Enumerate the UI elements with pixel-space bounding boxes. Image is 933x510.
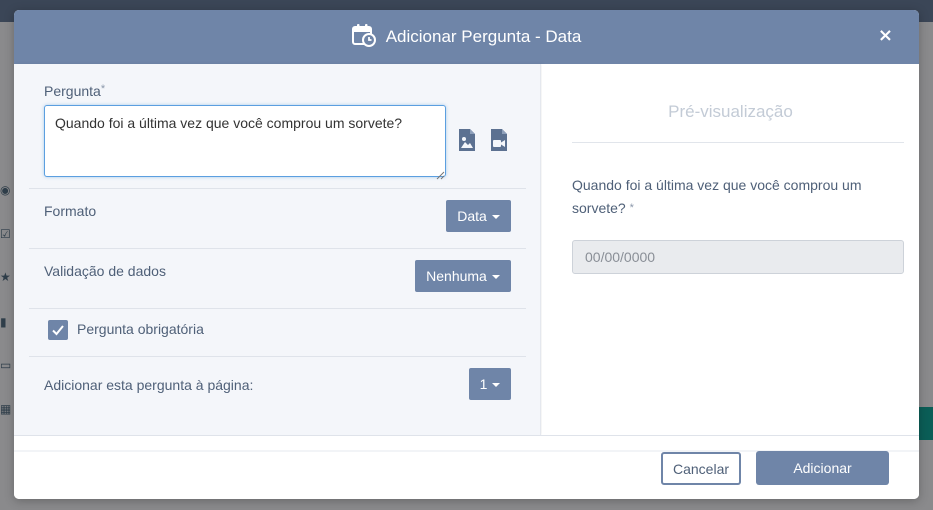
validation-dropdown[interactable]: Nenhuma	[415, 260, 511, 292]
preview-pane: Pré-visualização Quando foi a última vez…	[542, 64, 919, 435]
divider	[29, 356, 526, 357]
image-file-icon[interactable]	[457, 128, 477, 152]
divider	[29, 248, 526, 249]
preview-title: Pré-visualização	[668, 102, 793, 121]
validation-dropdown-value: Nenhuma	[426, 268, 487, 284]
page-dropdown[interactable]: 1	[469, 368, 511, 400]
video-file-icon[interactable]	[489, 128, 509, 152]
modal-title-text: Adicionar Pergunta - Data	[385, 27, 582, 46]
divider	[29, 308, 526, 309]
chevron-down-icon	[491, 215, 500, 219]
question-label-text: Pergunta	[44, 83, 101, 99]
chevron-down-icon	[491, 275, 500, 279]
modal-header: Adicionar Pergunta - Data ×	[14, 10, 919, 64]
required-checkbox-label[interactable]: Pergunta obrigatória	[77, 321, 204, 337]
divider	[29, 188, 526, 189]
modal-title: Adicionar Pergunta - Data	[14, 10, 919, 64]
question-label: Pergunta*	[44, 83, 105, 99]
required-checkbox[interactable]	[48, 320, 68, 340]
preview-required-asterisk: *	[629, 202, 634, 214]
page-dropdown-value: 1	[479, 376, 488, 392]
background-checkbox-icon: ☑	[0, 227, 11, 241]
background-number-icon: ▭	[0, 358, 12, 372]
validation-label: Validação de dados	[44, 263, 166, 279]
preview-date-placeholder: 00/00/0000	[585, 249, 656, 265]
preview-question-text: Quando foi a última vez que você comprou…	[572, 177, 862, 216]
resize-grip-icon[interactable]	[436, 167, 445, 180]
background-rating-icon: ★	[0, 270, 11, 284]
format-label: Formato	[44, 203, 97, 219]
question-textarea[interactable]	[44, 105, 446, 177]
preview-date-input[interactable]: 00/00/0000	[572, 240, 904, 274]
preview-question: Quando foi a última vez que você comprou…	[572, 174, 892, 220]
modal-footer: Cancelar Adicionar	[14, 435, 919, 499]
cancel-button[interactable]: Cancelar	[661, 452, 741, 485]
page-label: Adicionar esta pergunta à página:	[44, 377, 254, 393]
preview-divider	[572, 142, 904, 143]
calendar-clock-icon	[351, 23, 376, 52]
chevron-down-icon	[492, 383, 501, 387]
format-dropdown[interactable]: Data	[446, 200, 511, 232]
add-button[interactable]: Adicionar	[756, 451, 889, 485]
background-green-bar	[918, 407, 933, 440]
question-form-pane: Pergunta* Formato	[14, 64, 541, 435]
add-question-modal: Adicionar Pergunta - Data × Pergunta* Qu…	[14, 10, 919, 499]
required-asterisk: *	[100, 83, 106, 95]
close-icon[interactable]: ×	[878, 26, 893, 46]
background-radio-icon: ◉	[0, 183, 11, 197]
format-dropdown-value: Data	[457, 208, 487, 224]
background-calendar-icon: ▦	[0, 402, 12, 416]
checkmark-icon	[52, 325, 64, 336]
background-chart-icon: ▮	[0, 315, 7, 329]
